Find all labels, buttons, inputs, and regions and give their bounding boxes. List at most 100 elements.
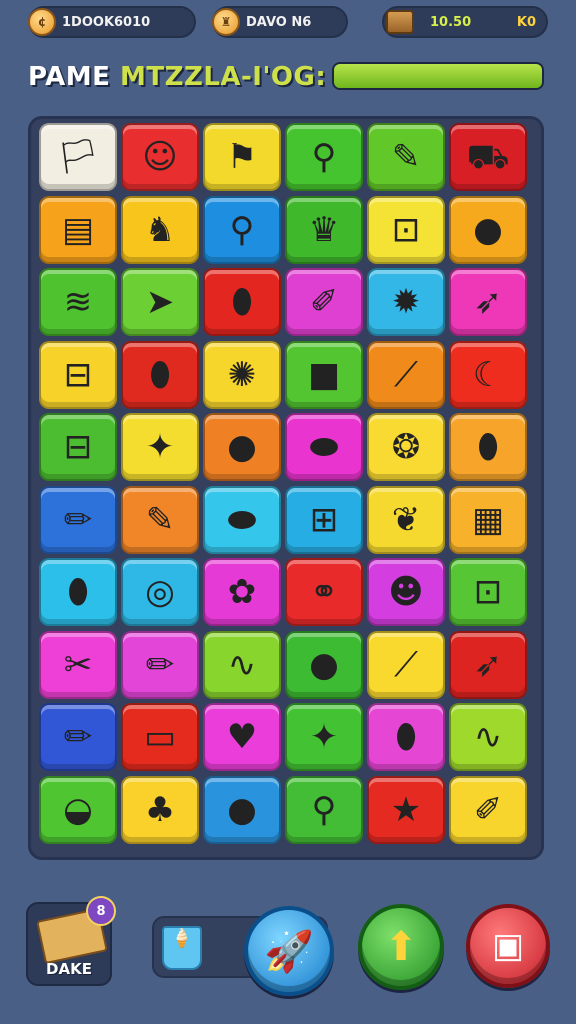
- tile[interactable]: ⟋: [367, 340, 445, 409]
- feather-icon: ✎: [391, 137, 421, 177]
- tile[interactable]: ⬮: [367, 703, 445, 771]
- tile[interactable]: ✎: [121, 485, 199, 554]
- rocket-icon: 🚀: [264, 928, 314, 975]
- flag-icon: ⚑: [226, 137, 258, 177]
- tile[interactable]: ✺: [203, 340, 281, 409]
- bread-icon: ⬮: [149, 354, 171, 395]
- tile[interactable]: ∿: [449, 703, 527, 771]
- lock-icon: ⊡: [391, 209, 421, 250]
- tile[interactable]: ⊟: [39, 413, 117, 481]
- tile[interactable]: ⬮: [121, 340, 199, 409]
- bottom-bar: 8 DAKE 🍦 🚀 ⬆ ▣: [0, 890, 576, 1010]
- tile[interactable]: ▦: [449, 485, 527, 554]
- tile[interactable]: ⬬: [203, 485, 281, 554]
- top-bar: ¢ 1DOOK6010 ♜ DAVO N6 10.50 K0: [0, 0, 576, 46]
- score-extra: K0: [516, 14, 536, 30]
- tile[interactable]: ✦: [121, 413, 199, 481]
- tile[interactable]: ♣: [121, 775, 199, 844]
- tile[interactable]: ✏: [121, 630, 199, 699]
- shell-icon: ❂: [391, 427, 421, 467]
- tile[interactable]: ✎: [367, 123, 445, 191]
- tile[interactable]: ⛟: [449, 123, 527, 191]
- coin-icon: ¢: [28, 8, 56, 36]
- tile[interactable]: 🏳: [39, 123, 117, 191]
- candy-icon: ✂: [63, 644, 93, 685]
- tile[interactable]: ⚲: [203, 195, 281, 264]
- tile[interactable]: ➶: [449, 268, 527, 336]
- tile[interactable]: ≋: [39, 268, 117, 336]
- shop-button[interactable]: ▣: [466, 904, 550, 988]
- tile[interactable]: ☾: [449, 340, 527, 409]
- score-pill[interactable]: 10.50 K0: [382, 6, 548, 38]
- crayon-icon: ✏: [145, 644, 175, 685]
- almond-icon: ⬮: [67, 572, 89, 612]
- bean-icon: ⬮: [477, 427, 499, 467]
- coins-value: 1DOOK6010: [62, 14, 151, 30]
- tile[interactable]: ⊡: [449, 558, 527, 626]
- player-pill[interactable]: ♜ DAVO N6: [212, 6, 348, 38]
- scroll-icon: ▭: [143, 717, 177, 757]
- tile[interactable]: ⚲: [285, 775, 363, 844]
- tile[interactable]: ◒: [39, 775, 117, 844]
- tile[interactable]: ➶: [449, 630, 527, 699]
- tile[interactable]: ●: [203, 413, 281, 481]
- tile[interactable]: ⊡: [367, 195, 445, 264]
- tile[interactable]: ◎: [121, 558, 199, 626]
- pencil-icon: ✏: [63, 717, 93, 757]
- deck-button[interactable]: 8 DAKE: [26, 896, 116, 986]
- tile[interactable]: ➤: [121, 268, 199, 336]
- tile[interactable]: ●: [203, 775, 281, 844]
- tile[interactable]: ⚲: [285, 123, 363, 191]
- tile[interactable]: ⬮: [39, 558, 117, 626]
- tile[interactable]: ⊟: [39, 340, 117, 409]
- worm-icon: ∿: [473, 717, 503, 757]
- tile[interactable]: ♞: [121, 195, 199, 264]
- tile[interactable]: ▤: [39, 195, 117, 264]
- tile[interactable]: ❂: [367, 413, 445, 481]
- tile[interactable]: ⬬: [285, 413, 363, 481]
- feather-icon: ➶: [473, 644, 503, 685]
- tile[interactable]: ●: [285, 630, 363, 699]
- rocket-button[interactable]: 🚀: [244, 906, 334, 996]
- deck-count-badge: 8: [86, 896, 116, 926]
- tile[interactable]: ✿: [203, 558, 281, 626]
- tile[interactable]: ☺: [121, 123, 199, 191]
- tile[interactable]: ■: [285, 340, 363, 409]
- tile[interactable]: ❦: [367, 485, 445, 554]
- tile[interactable]: ♛: [285, 195, 363, 264]
- tile[interactable]: ★: [367, 775, 445, 844]
- coins-pill[interactable]: ¢ 1DOOK6010: [28, 6, 196, 38]
- tile[interactable]: ✐: [285, 268, 363, 336]
- capsule-icon: ⬬: [309, 427, 339, 467]
- tile[interactable]: ✏: [39, 485, 117, 554]
- up-button[interactable]: ⬆: [358, 904, 444, 990]
- flower-icon: ✿: [227, 572, 257, 612]
- deck-label: DAKE: [46, 960, 92, 978]
- tile[interactable]: ♥: [203, 703, 281, 771]
- tile[interactable]: ✹: [367, 268, 445, 336]
- tile[interactable]: ✐: [449, 775, 527, 844]
- tile[interactable]: ▭: [121, 703, 199, 771]
- tile[interactable]: ⚑: [203, 123, 281, 191]
- tile[interactable]: ⚭: [285, 558, 363, 626]
- tile[interactable]: ⊞: [285, 485, 363, 554]
- bread-icon: ⬮: [231, 282, 253, 322]
- tile[interactable]: ✂: [39, 630, 117, 699]
- trophy-icon: ♜: [212, 8, 240, 36]
- box-icon: ■: [307, 354, 341, 395]
- donut-icon: ◎: [145, 572, 175, 612]
- leaf-icon: ❦: [391, 499, 421, 540]
- tile[interactable]: ⟋: [367, 630, 445, 699]
- tile[interactable]: ✦: [285, 703, 363, 771]
- tile[interactable]: ☻: [367, 558, 445, 626]
- scroll-icon: ⊟: [63, 427, 93, 467]
- feather-icon: ⟋: [394, 644, 418, 685]
- cart-icon: ⛟: [466, 137, 510, 177]
- tile[interactable]: ●: [449, 195, 527, 264]
- tile[interactable]: ✏: [39, 703, 117, 771]
- tile[interactable]: ⬮: [203, 268, 281, 336]
- crown-icon: ♛: [308, 209, 340, 250]
- tile[interactable]: ⬮: [449, 413, 527, 481]
- cup-icon[interactable]: 🍦: [162, 926, 202, 970]
- tile[interactable]: ∿: [203, 630, 281, 699]
